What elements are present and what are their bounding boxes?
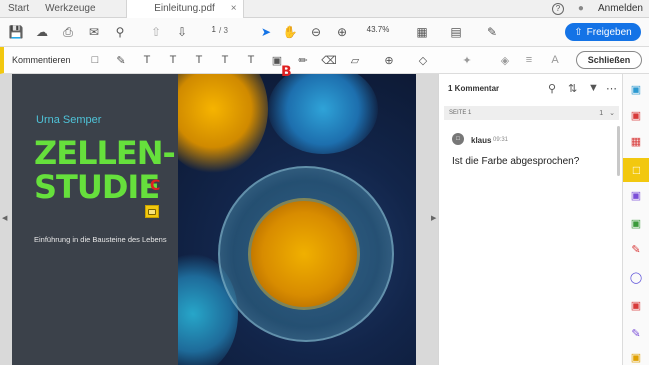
page-fit-icon[interactable]: ▦ [414,24,430,40]
more-options-icon[interactable]: ⋯ [606,82,617,95]
comments-scrollbar[interactable] [617,126,620,176]
close-comment-button[interactable]: Schließen [576,51,642,69]
upload-cloud-icon[interactable]: ☁ [34,24,50,40]
sign-icon[interactable]: ✎ [484,24,500,40]
shapes-icon[interactable]: ◇ [416,53,430,67]
comment-avatar-icon: □ [452,133,464,145]
page-down-icon[interactable]: ⇩ [174,24,190,40]
fill-color-icon[interactable]: ◈ [498,53,512,67]
share-icon: ⇧ [574,26,583,38]
font-size-icon[interactable]: A [548,53,562,67]
decor-blob-blue [268,74,378,154]
cover-author: Urna Semper [36,114,102,126]
insert-text-icon[interactable]: T [218,53,232,67]
underline-text-icon[interactable]: T [140,53,154,67]
cover-title-line1: ZELLEN- [34,134,176,172]
marker-b: B [281,64,292,80]
share-button[interactable]: ⇧ Freigeben [565,23,641,41]
replace-text-icon[interactable]: T [192,53,206,67]
filter-icon[interactable]: ▼ [588,82,599,94]
cover-subtitle: Einführung in die Bausteine des Lebens [34,235,167,244]
page-total: / 3 [219,26,228,35]
main-toolbar: 💾 ☁ ⎙ ✉ ⚲ ⇧ ⇩ 1 / 3 ➤ ✋ ⊖ ⊕ 43.7% ▦ ▤ ✎ … [0,18,649,47]
attach-icon[interactable]: ⊕ [382,53,396,67]
save-icon[interactable]: 💾 [8,24,24,40]
comment-card[interactable]: □ klaus 09:31 Ist die Farbe abgesprochen… [444,126,619,186]
page-group-header[interactable]: SEITE 1 1 ⌄ [444,106,619,120]
share-button-label: Freigeben [586,26,632,38]
export-pdf-icon[interactable]: ▣ [627,106,645,124]
create-pdf-icon[interactable]: ▣ [627,80,645,98]
collapse-right-icon[interactable]: ▶ [431,214,436,222]
comment-time: 09:31 [493,137,509,143]
comment-text: Ist die Farbe abgesprochen? [452,156,580,167]
protect-icon[interactable]: ◯ [627,268,645,286]
tools-rail: ▣ ▣ ▦ ▦ □ ▣ ▣ ✎ ◯ ▣ ✎ ▣ [622,74,649,365]
strikethrough-text-icon[interactable]: T [166,53,180,67]
help-icon[interactable]: ? [551,2,564,15]
zoom-in-icon[interactable]: ⊕ [334,24,350,40]
combine-files-icon[interactable]: ▣ [627,186,645,204]
comment-count: 1 Kommentar [448,84,500,93]
comment-toolbar-title: Kommentieren [12,55,71,65]
file-tab-label: Einleitung.pdf [154,3,215,14]
optimize-pdf-icon[interactable]: ▣ [627,296,645,314]
sort-icon[interactable]: ⇅ [568,82,577,95]
zoom-out-icon[interactable]: ⊖ [308,24,324,40]
stamp-icon[interactable]: ▱ [348,53,362,67]
comment-user: klaus [471,136,492,145]
comments-panel: 1 Kommentar ⚲ ⇅ ▼ ⋯ SEITE 1 1 ⌄ □ klaus … [438,74,622,365]
page-up-icon[interactable]: ⇧ [148,24,164,40]
document-viewport[interactable]: ◀ ▶ Urna Semper ZELLEN- STUDIE Einführun… [0,74,438,365]
search-comments-icon[interactable]: ⚲ [548,82,556,95]
more-tools-icon[interactable]: ▣ [627,348,645,365]
collapse-left-icon[interactable]: ◀ [2,214,7,222]
draw-pencil-icon[interactable]: ✏ [296,53,310,67]
cover-cell-image [178,74,416,365]
notification-bell-icon[interactable]: ● [578,3,584,14]
file-tab[interactable]: Einleitung.pdf × [125,0,244,18]
chevron-down-icon[interactable]: ⌄ [609,109,615,117]
sticky-note-icon[interactable]: □ [88,53,102,67]
hand-tool-icon[interactable]: ✋ [282,24,298,40]
add-text-icon[interactable]: T [244,53,258,67]
select-cursor-icon[interactable]: ➤ [258,24,274,40]
fill-sign-icon[interactable]: ▣ [627,214,645,232]
page-number-input[interactable]: 1 [198,25,216,39]
send-for-comments-icon[interactable]: ✎ [627,324,645,342]
cover-left-panel: Urna Semper ZELLEN- STUDIE Einführung in… [12,74,178,365]
pin-icon[interactable]: ✦ [460,53,474,67]
start-tab[interactable]: Start [0,0,37,18]
tools-tab[interactable]: Werkzeuge [37,0,103,18]
zoom-level[interactable]: 43.7% [360,25,396,39]
decor-blob-yellow [178,74,268,174]
pdf-page[interactable]: Urna Semper ZELLEN- STUDIE Einführung in… [12,74,416,365]
line-width-icon[interactable]: ≡ [522,53,536,67]
search-icon[interactable]: ⚲ [112,24,128,40]
menu-bar: Start Werkzeuge Einleitung.pdf × ? ● Anm… [0,0,649,18]
comments-panel-header: 1 Kommentar ⚲ ⇅ ▼ ⋯ [439,74,623,102]
page-group-count: 1 [599,109,604,117]
comment-toolbar: Kommentieren □ ✎ T T T T T ▣ ✏ ⌫ ▱ ⊕ ◇ ✦… [0,47,649,74]
sticky-note-annotation[interactable] [145,205,159,218]
organize-pages-icon[interactable]: ▦ [627,132,645,150]
signin-link[interactable]: Anmelden [598,3,643,14]
comment-tool-icon[interactable]: □ [623,158,649,182]
close-tab-icon[interactable]: × [231,3,237,14]
scroll-mode-icon[interactable]: ▤ [448,24,464,40]
email-icon[interactable]: ✉ [86,24,102,40]
cell-nucleus [248,198,360,310]
print-icon[interactable]: ⎙ [60,24,76,40]
request-signatures-icon[interactable]: ✎ [627,240,645,258]
highlight-icon[interactable]: ✎ [114,53,128,67]
page-group-label: SEITE 1 [449,110,472,116]
marker-c: C [150,178,161,194]
eraser-icon[interactable]: ⌫ [321,53,337,67]
